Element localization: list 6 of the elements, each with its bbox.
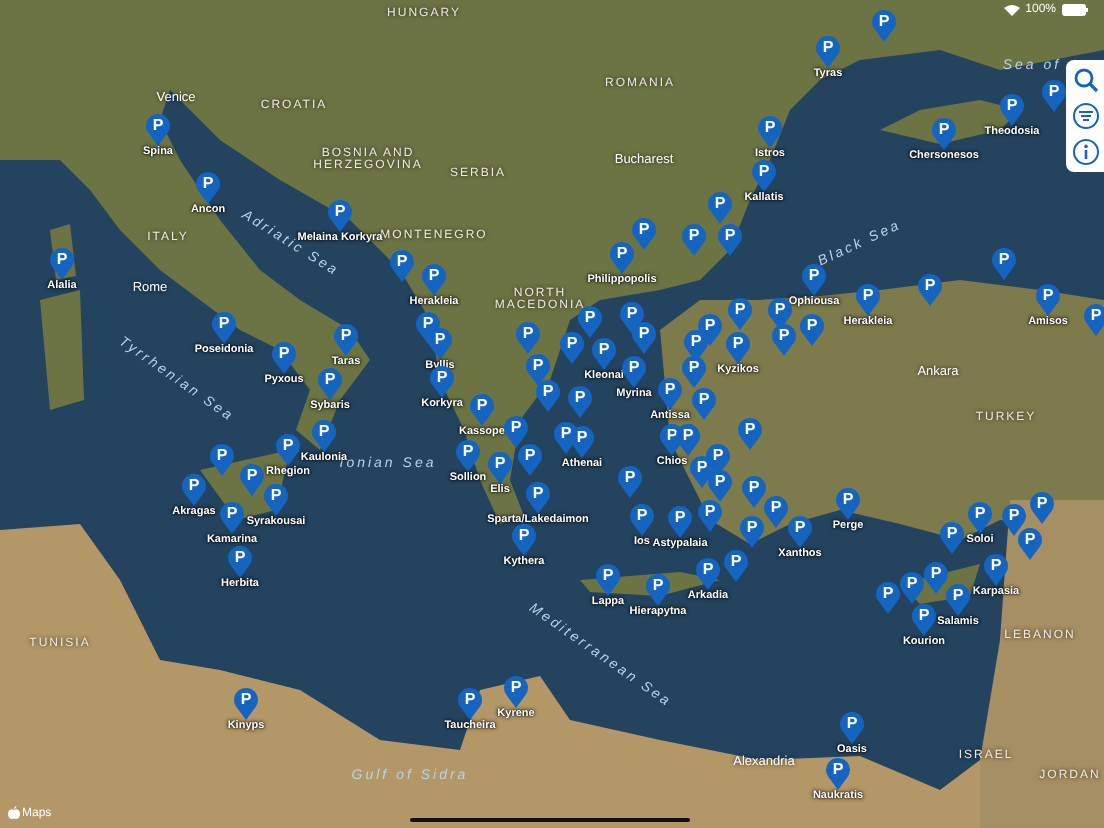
battery-icon xyxy=(1062,4,1088,16)
search-icon[interactable] xyxy=(1071,66,1099,94)
apple-logo-icon xyxy=(8,806,20,820)
info-icon[interactable] xyxy=(1071,138,1099,166)
wifi-icon xyxy=(1003,4,1020,16)
filter-icon[interactable] xyxy=(1071,102,1099,130)
